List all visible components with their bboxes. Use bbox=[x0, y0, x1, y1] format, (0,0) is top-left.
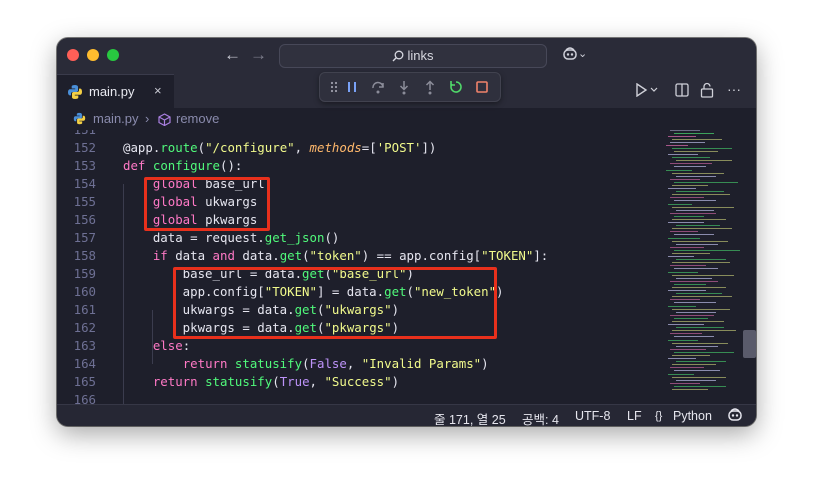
breadcrumb-file[interactable]: main.py bbox=[93, 111, 139, 126]
command-center-search[interactable]: links bbox=[279, 44, 547, 68]
forward-arrow-icon[interactable]: → bbox=[250, 46, 267, 64]
search-icon bbox=[392, 50, 404, 62]
copilot-menu[interactable]: ⌄ bbox=[562, 47, 587, 64]
maximize-window-button[interactable] bbox=[107, 49, 119, 61]
breadcrumb: main.py › remove bbox=[57, 108, 756, 130]
search-text: links bbox=[407, 48, 434, 63]
stop-icon[interactable] bbox=[474, 79, 490, 95]
line-number: 159 bbox=[73, 266, 96, 281]
python-file-icon bbox=[67, 84, 83, 105]
step-over-icon[interactable] bbox=[370, 79, 386, 95]
tab-label: main.py bbox=[89, 84, 135, 99]
drag-handle-icon[interactable] bbox=[326, 79, 342, 95]
highlight-box-globals bbox=[144, 177, 270, 231]
run-icon[interactable] bbox=[635, 83, 659, 97]
minimize-window-button[interactable] bbox=[87, 49, 99, 61]
line-number: 151 bbox=[57, 130, 96, 139]
tab-main-py[interactable]: main.py × bbox=[57, 74, 174, 109]
line-number: 155 bbox=[73, 194, 96, 209]
line-number: 154 bbox=[73, 176, 96, 191]
highlight-box-assignments bbox=[173, 267, 497, 339]
chevron-down-icon: ⌄ bbox=[578, 48, 588, 60]
line-number: 156 bbox=[73, 212, 96, 227]
copilot-icon[interactable] bbox=[727, 408, 743, 422]
line-number: 157 bbox=[73, 230, 96, 245]
line-number: 158 bbox=[73, 248, 96, 263]
line-number: 165 bbox=[73, 374, 96, 389]
status-indentation[interactable]: 공백: 4 bbox=[522, 409, 559, 426]
line-number: 162 bbox=[73, 320, 96, 335]
vertical-scrollbar-thumb[interactable] bbox=[743, 330, 756, 358]
copilot-icon bbox=[563, 47, 577, 60]
breadcrumb-separator: › bbox=[145, 111, 150, 126]
back-arrow-icon[interactable]: ← bbox=[224, 46, 241, 64]
lock-icon[interactable] bbox=[700, 82, 714, 98]
python-file-icon bbox=[73, 112, 86, 125]
editor-window: ← → links ⌄ main.py × ··· main.py › remo… bbox=[57, 38, 756, 426]
line-number: 166 bbox=[73, 392, 96, 404]
step-into-icon[interactable] bbox=[396, 79, 412, 95]
line-number: 163 bbox=[73, 338, 96, 353]
status-bar: 줄 171, 열 25 공백: 4 UTF-8 LF {} Python bbox=[57, 404, 756, 426]
status-cursor-position[interactable]: 줄 171, 열 25 bbox=[434, 409, 506, 426]
line-number: 153 bbox=[73, 158, 96, 173]
close-window-button[interactable] bbox=[67, 49, 79, 61]
step-out-icon[interactable] bbox=[422, 79, 438, 95]
line-number: 161 bbox=[73, 302, 96, 317]
braces-icon[interactable]: {} bbox=[655, 410, 662, 422]
symbol-icon bbox=[158, 113, 171, 126]
breadcrumb-symbol[interactable]: remove bbox=[176, 111, 219, 126]
line-number: 164 bbox=[73, 356, 96, 371]
status-eol[interactable]: LF bbox=[627, 409, 642, 423]
line-number: 152 bbox=[73, 140, 96, 155]
minimap[interactable] bbox=[662, 130, 756, 404]
status-language[interactable]: Python bbox=[673, 409, 712, 423]
status-encoding[interactable]: UTF-8 bbox=[575, 409, 610, 423]
more-icon[interactable]: ··· bbox=[727, 81, 741, 97]
close-tab-icon[interactable]: × bbox=[154, 83, 162, 98]
split-editor-icon[interactable] bbox=[675, 83, 689, 97]
restart-icon[interactable] bbox=[448, 79, 464, 95]
title-bar: ← → links ⌄ bbox=[57, 38, 756, 74]
debug-toolbar bbox=[319, 72, 501, 102]
pause-icon[interactable] bbox=[344, 79, 360, 95]
code-editor[interactable]: 151 152@app.route("/configure", methods=… bbox=[57, 130, 662, 404]
line-number: 160 bbox=[73, 284, 96, 299]
